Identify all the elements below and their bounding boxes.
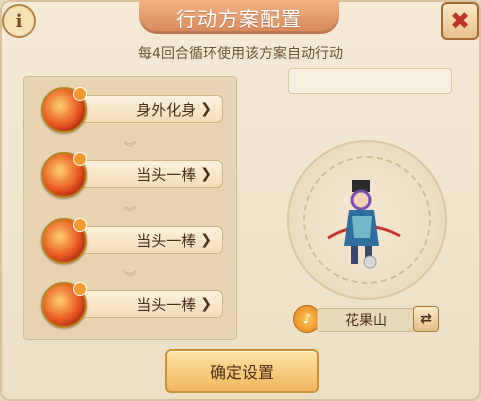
- chevron-right-icon: ❯: [200, 101, 212, 117]
- school-name: 花果山: [317, 308, 415, 332]
- action-slot-bar[interactable]: 当头一棒 ❯: [75, 290, 223, 318]
- name-slot: [288, 68, 452, 94]
- badge-dot-icon: [73, 87, 87, 101]
- head-icon: [350, 189, 372, 211]
- action-slot-4[interactable]: 当头一棒 ❯: [41, 280, 241, 328]
- fire-skill-icon[interactable]: [41, 152, 87, 198]
- action-slot-bar[interactable]: 身外化身 ❯: [75, 95, 223, 123]
- down-arrow-icon: ︾: [123, 206, 137, 221]
- action-label: 身外化身: [136, 100, 197, 119]
- confirm-label: 确定设置: [209, 363, 274, 382]
- info-icon: i: [15, 10, 23, 32]
- confirm-button[interactable]: 确定设置: [165, 349, 319, 393]
- badge-dot-icon: [73, 152, 87, 166]
- action-slot-2[interactable]: 当头一棒 ❯: [41, 150, 241, 198]
- action-label: 当头一棒: [136, 295, 197, 314]
- action-list: 身外化身 ❯ ︾ 当头一棒 ❯ ︾ 当头一棒 ❯ ︾ 当头一棒 ❯: [23, 76, 237, 340]
- badge-dot-icon: [73, 218, 87, 232]
- school-glyph: ♪: [302, 311, 312, 327]
- action-slot-1[interactable]: 身外化身 ❯: [41, 85, 241, 133]
- action-slot-bar[interactable]: 当头一棒 ❯: [75, 226, 223, 254]
- fire-skill-icon[interactable]: [41, 282, 87, 328]
- swap-button[interactable]: ⇄: [413, 306, 439, 332]
- info-button[interactable]: i: [2, 4, 36, 38]
- chevron-right-icon: ❯: [200, 296, 212, 312]
- action-slot-3[interactable]: 当头一棒 ❯: [41, 216, 241, 264]
- down-arrow-icon: ︾: [123, 271, 137, 286]
- close-icon: ✖: [449, 7, 471, 35]
- title-banner: 行动方案配置: [139, 0, 339, 34]
- character-portrait: [327, 180, 401, 269]
- action-slot-bar[interactable]: 当头一棒 ❯: [75, 160, 223, 188]
- chevron-right-icon: ❯: [200, 166, 212, 182]
- action-label: 当头一棒: [136, 231, 197, 250]
- subtitle: 每4回合循环使用该方案自动行动: [138, 46, 343, 62]
- action-label: 当头一棒: [136, 165, 197, 184]
- chevron-right-icon: ❯: [200, 232, 212, 248]
- close-button[interactable]: ✖: [441, 2, 479, 40]
- swap-icon: ⇄: [420, 311, 432, 327]
- fire-skill-icon[interactable]: [41, 218, 87, 264]
- badge-dot-icon: [73, 282, 87, 296]
- fire-skill-icon[interactable]: [41, 87, 87, 133]
- down-arrow-icon: ︾: [123, 141, 137, 156]
- character-school-row: ♪ 花果山 ⇄: [293, 305, 439, 333]
- page-title: 行动方案配置: [176, 6, 302, 31]
